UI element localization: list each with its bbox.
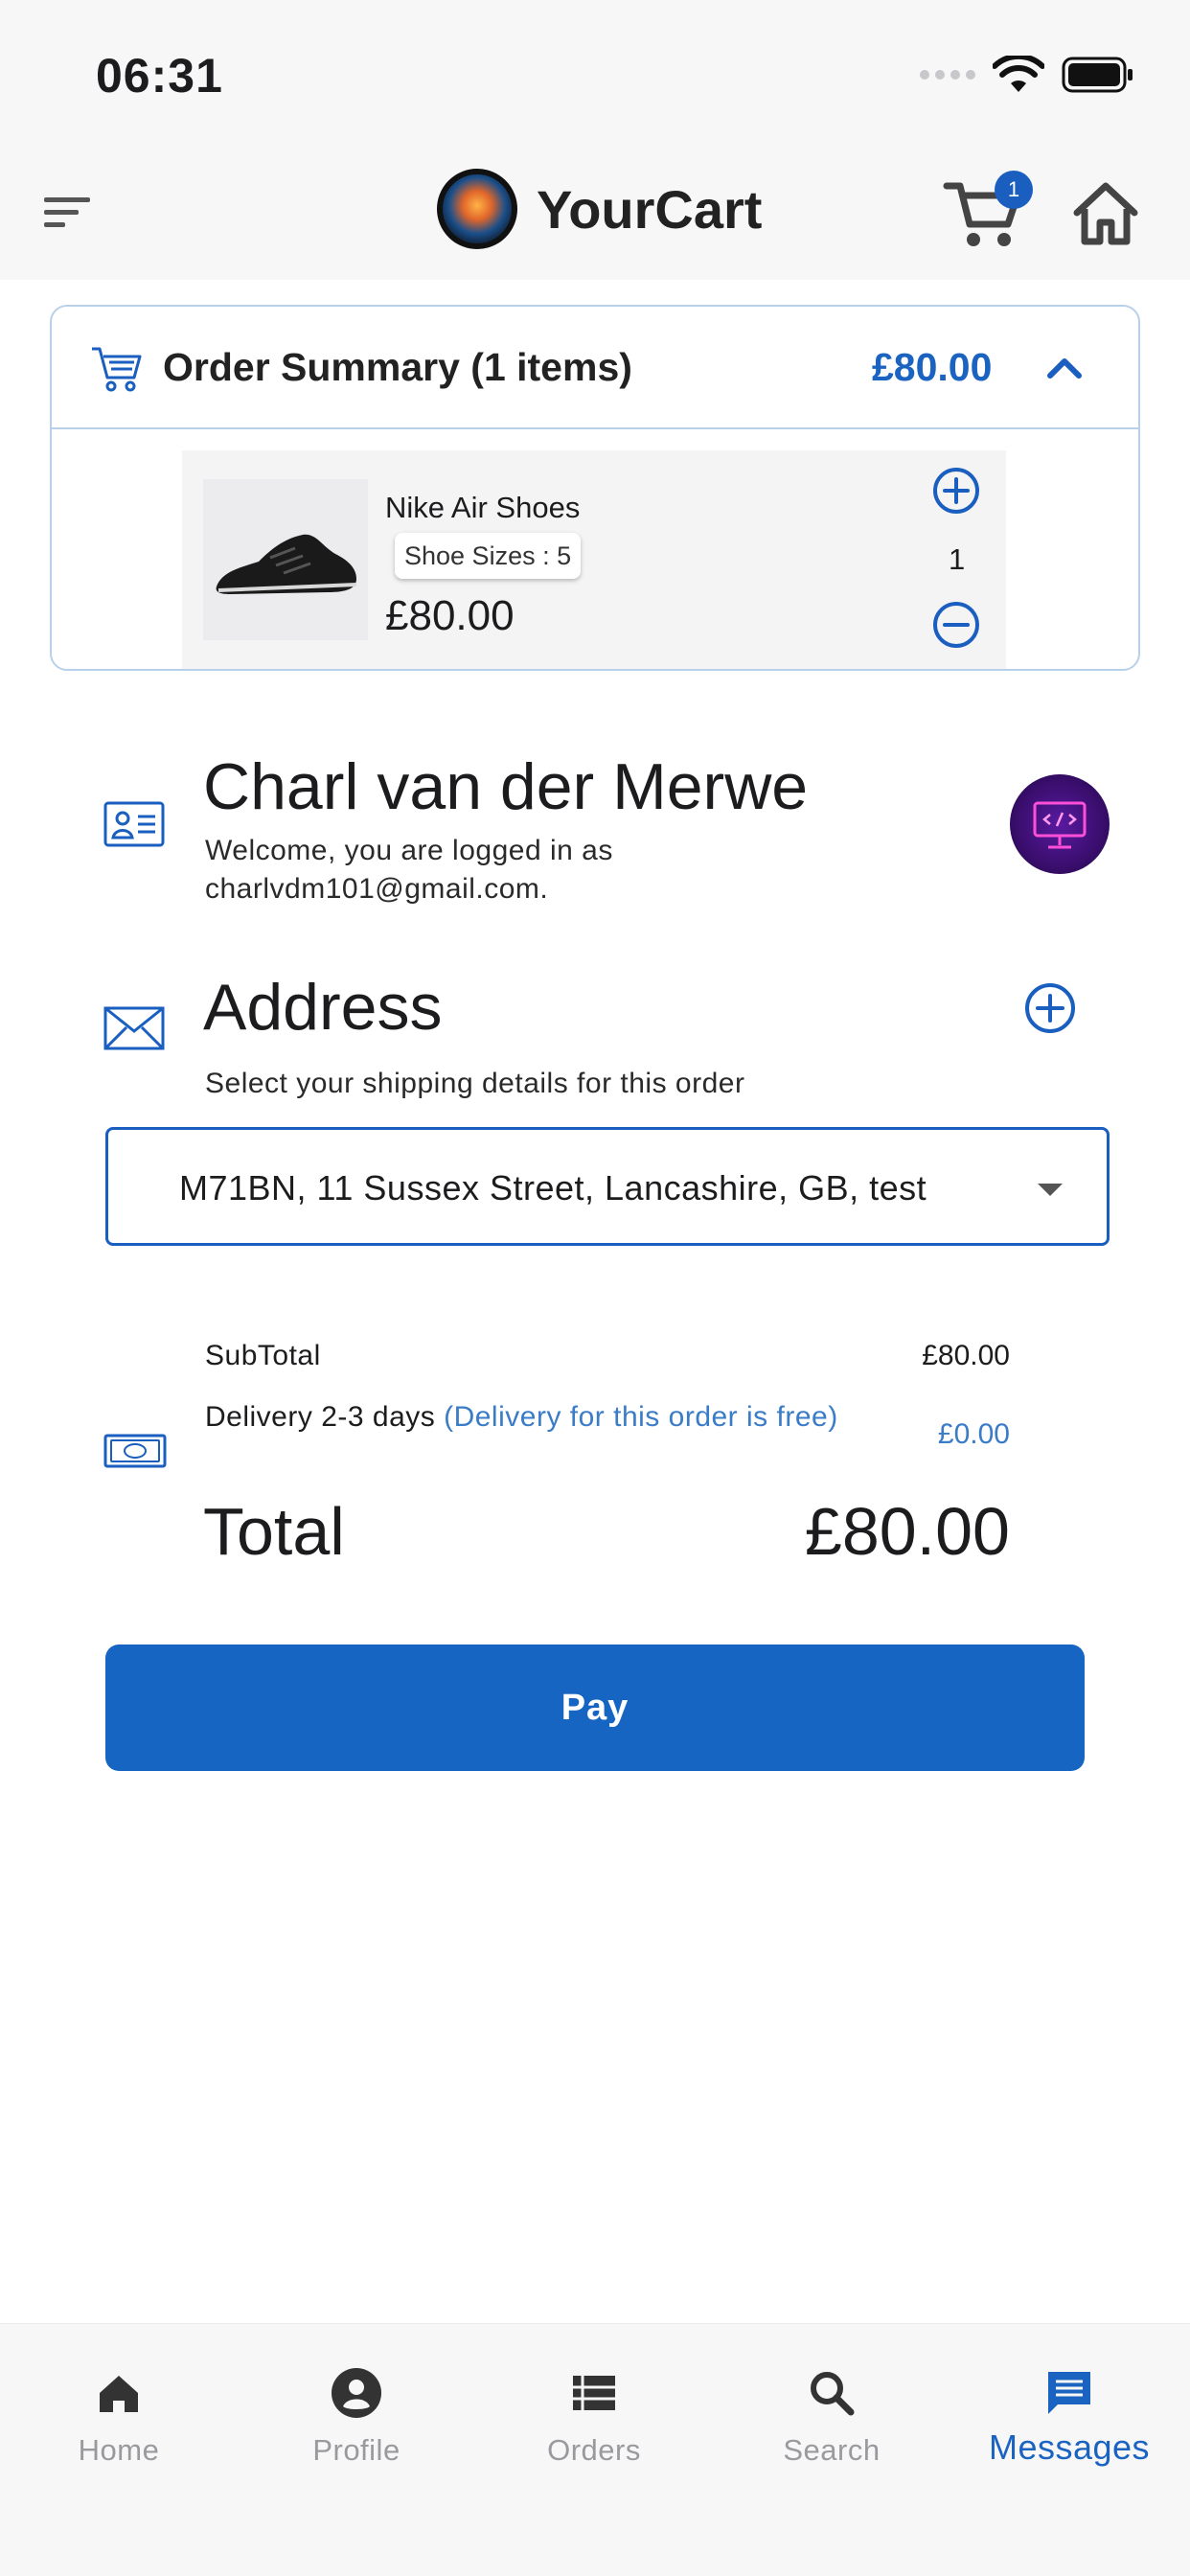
status-time: 06:31 xyxy=(96,49,223,103)
id-card-icon xyxy=(103,801,165,847)
status-icons xyxy=(920,56,1134,94)
bottom-nav: Home Profile Orders Search Messages xyxy=(0,2323,1190,2576)
nav-label: Search xyxy=(783,2433,881,2467)
brand[interactable]: YourCart xyxy=(437,169,762,249)
profile-icon xyxy=(332,2368,381,2418)
app-logo xyxy=(437,169,517,249)
address-select[interactable]: M71BN, 11 Sussex Street, Lancashire, GB,… xyxy=(105,1127,1110,1246)
menu-icon[interactable] xyxy=(42,194,96,232)
mail-icon xyxy=(103,1006,165,1050)
plus-circle-icon[interactable] xyxy=(931,466,981,516)
minus-circle-icon[interactable] xyxy=(931,600,981,650)
home-icon[interactable] xyxy=(1071,180,1140,247)
brand-title: YourCart xyxy=(537,178,763,240)
nav-item-messages[interactable]: Messages xyxy=(950,2343,1188,2487)
money-icon xyxy=(103,1434,167,1468)
messages-icon xyxy=(1048,2372,1090,2414)
user-welcome-text: Welcome, you are logged in as charlvdm10… xyxy=(205,835,613,905)
order-summary-total: £80.00 xyxy=(872,345,993,389)
nav-item-search[interactable]: Search xyxy=(713,2343,950,2487)
subtotal-value: £80.00 xyxy=(922,1340,1010,1371)
pay-button[interactable]: Pay xyxy=(105,1644,1085,1771)
battery-icon xyxy=(1062,57,1133,93)
shoe-size-chip: Shoe Sizes : 5 xyxy=(395,533,582,579)
nav-label: Orders xyxy=(547,2433,641,2467)
address-hint: Select your shipping details for this or… xyxy=(205,1068,745,1099)
delivery-label: Delivery 2-3 days xyxy=(205,1401,445,1433)
total-label: Total xyxy=(203,1494,345,1569)
cart-item: Nike Air Shoes Shoe Sizes : 5 £80.00 xyxy=(182,450,1006,669)
avatar[interactable] xyxy=(1010,774,1110,874)
nav-label: Home xyxy=(78,2433,160,2467)
product-image xyxy=(203,479,368,640)
status-bar: 06:31 xyxy=(0,0,1190,144)
dropdown-caret-icon xyxy=(1038,1184,1063,1196)
shoe-image xyxy=(216,534,357,594)
quantity-value: 1 xyxy=(949,542,966,576)
nav-item-home[interactable]: Home xyxy=(0,2343,238,2487)
add-address-icon[interactable] xyxy=(1023,981,1077,1035)
product-name: Nike Air Shoes xyxy=(385,491,581,524)
address-title: Address xyxy=(203,971,443,1044)
wifi-icon xyxy=(993,56,1044,92)
nav-item-profile[interactable]: Profile xyxy=(238,2343,475,2487)
nav-label: Profile xyxy=(312,2433,400,2467)
signal-icon xyxy=(920,70,975,80)
delivery-text: Delivery 2-3 days (Delivery for this ord… xyxy=(205,1397,876,1438)
delivery-note: (Delivery for this order is free) xyxy=(444,1401,838,1433)
home-icon xyxy=(100,2376,138,2412)
delivery-value: £0.00 xyxy=(937,1418,1010,1450)
cart-icon xyxy=(92,347,142,392)
user-name: Charl van der Merwe xyxy=(203,750,809,823)
order-summary-title: Order Summary (1 items) xyxy=(163,345,632,389)
monitor-code-icon xyxy=(1033,801,1087,849)
total-value: £80.00 xyxy=(804,1494,1010,1569)
app-bar: YourCart 1 xyxy=(0,144,1190,280)
nav-label: Messages xyxy=(988,2427,1151,2467)
chevron-up-icon[interactable] xyxy=(1044,349,1085,387)
search-icon xyxy=(811,2372,855,2416)
order-summary-header[interactable]: Order Summary (1 items) £80.00 xyxy=(52,307,1138,429)
subtotal-label: SubTotal xyxy=(205,1340,321,1371)
cart-count-badge: 1 xyxy=(995,171,1033,209)
orders-icon xyxy=(573,2376,615,2410)
product-price: £80.00 xyxy=(385,592,515,639)
nav-item-orders[interactable]: Orders xyxy=(475,2343,713,2487)
address-selected-value: M71BN, 11 Sussex Street, Lancashire, GB,… xyxy=(179,1168,927,1208)
